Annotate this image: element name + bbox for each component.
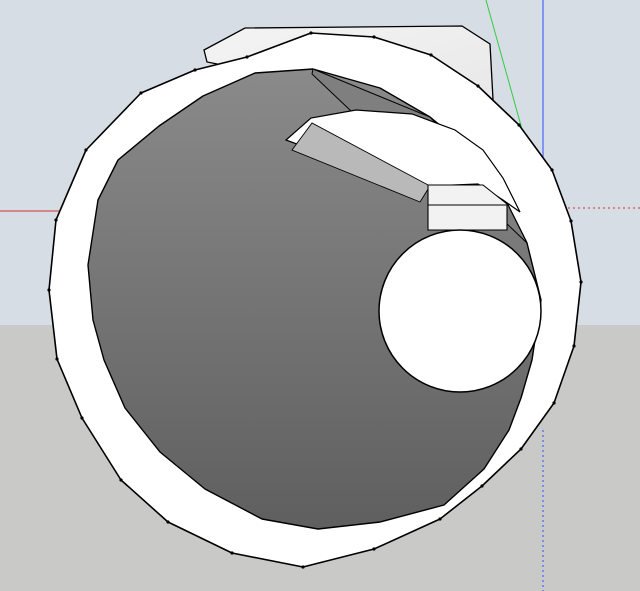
round-hole [378,229,542,393]
scene-canvas[interactable] [0,0,640,591]
model-viewport[interactable] [0,0,640,591]
